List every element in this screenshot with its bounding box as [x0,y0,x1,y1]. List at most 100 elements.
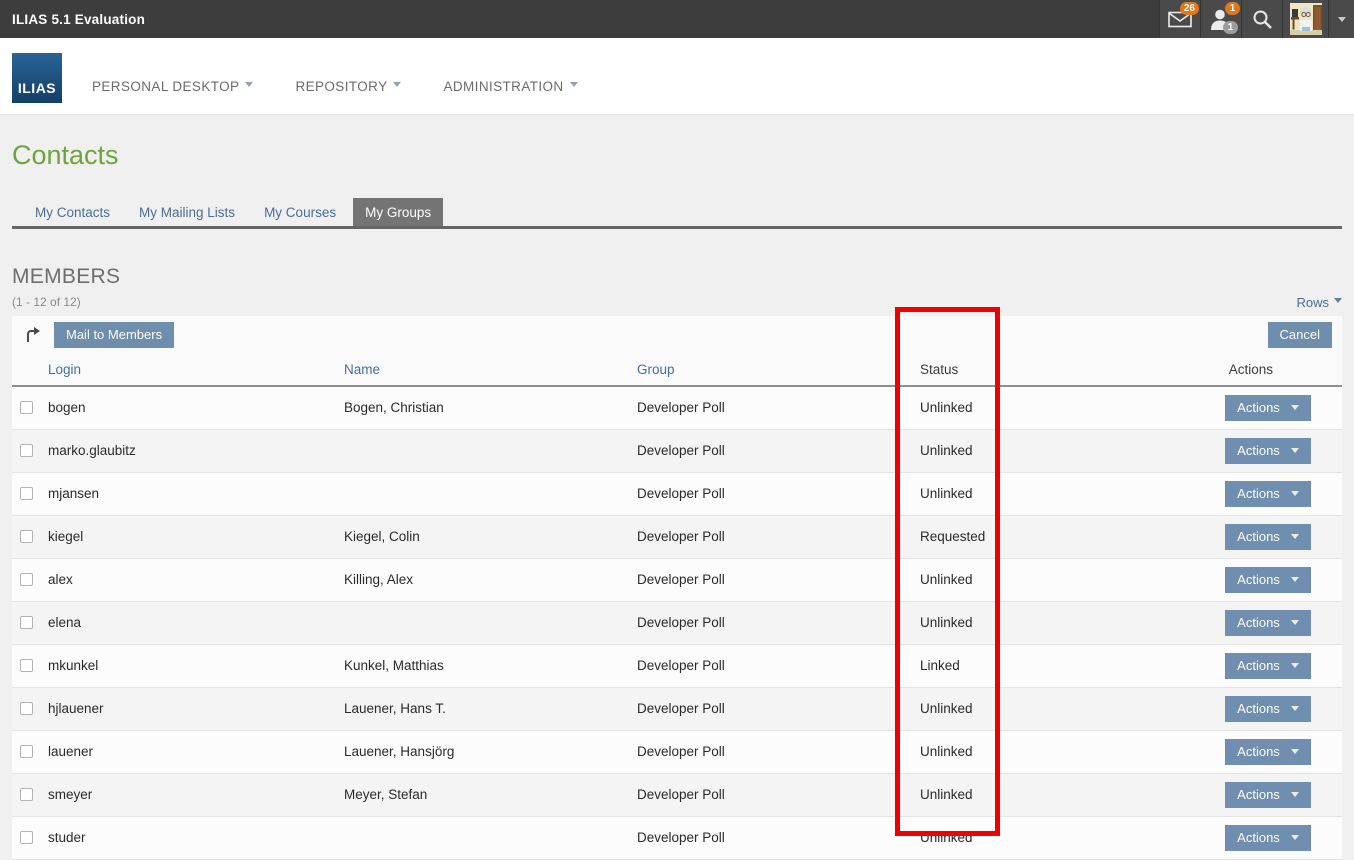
column-header-group[interactable]: Group [637,353,920,386]
name-cell: Kunkel, Matthias [344,644,637,687]
column-header-login[interactable]: Login [48,353,344,386]
table-row: bogen Bogen, Christian Developer Poll Un… [12,386,1342,429]
group-cell: Developer Poll [637,687,920,730]
group-cell: Developer Poll [637,816,920,859]
name-cell: Bogen, Christian [344,386,637,429]
login-cell: lauener [48,730,344,773]
table-row: alex Killing, Alex Developer Poll Unlink… [12,558,1342,601]
tab-my-groups[interactable]: My Groups [353,198,443,226]
chevron-down-icon [1291,577,1299,586]
search-button[interactable] [1241,0,1282,38]
contacts-request-badge: 1 [1225,2,1240,15]
chevron-down-icon [1291,663,1299,672]
table-header-row: Login Name Group Status Actions [12,353,1342,386]
status-cell: Unlinked [920,386,1010,429]
nav-personal-desktop[interactable]: PERSONAL DESKTOP [92,78,253,94]
main-nav: PERSONAL DESKTOP REPOSITORY ADMINISTRATI… [92,78,620,94]
app-title: ILIAS 5.1 Evaluation [12,12,145,27]
row-checkbox[interactable] [20,659,33,672]
row-checkbox[interactable] [20,831,33,844]
chevron-down-icon [1291,792,1299,801]
group-cell: Developer Poll [637,515,920,558]
row-checkbox[interactable] [20,702,33,715]
chevron-down-icon [393,82,401,91]
row-checkbox[interactable] [20,530,33,543]
user-menu-caret-button[interactable] [1328,0,1354,38]
row-actions-button[interactable]: Actions [1225,825,1311,851]
name-cell: Lauener, Hans T. [344,687,637,730]
row-actions-button[interactable]: Actions [1225,782,1311,808]
row-actions-button[interactable]: Actions [1225,739,1311,765]
ilias-logo[interactable]: ILIAS [12,53,62,103]
table-toolbar: Mail to Members Cancel [12,316,1342,353]
main-content: Contacts My Contacts My Mailing Lists My… [0,115,1354,840]
login-cell: smeyer [48,773,344,816]
masthead: ILIAS PERSONAL DESKTOP REPOSITORY ADMINI… [0,38,1354,115]
contacts-button[interactable]: 1 1 [1200,0,1241,38]
contacts-secondary-badge: 1 [1223,21,1238,34]
row-actions-button[interactable]: Actions [1225,481,1311,507]
tab-bar: My Contacts My Mailing Lists My Courses … [12,198,1342,229]
login-cell: mjansen [48,472,344,515]
tab-my-mailing-lists[interactable]: My Mailing Lists [127,198,247,226]
column-header-actions: Actions [1010,353,1342,386]
row-actions-button[interactable]: Actions [1225,524,1311,550]
nav-administration[interactable]: ADMINISTRATION [443,78,577,94]
group-cell: Developer Poll [637,644,920,687]
login-cell: hjlauener [48,687,344,730]
chevron-down-icon [1291,620,1299,629]
table-row: mkunkel Kunkel, Matthias Developer Poll … [12,644,1342,687]
row-actions-button[interactable]: Actions [1225,438,1311,464]
mail-button[interactable]: 26 [1159,0,1200,38]
row-checkbox[interactable] [20,788,33,801]
tab-my-courses[interactable]: My Courses [252,198,348,226]
chevron-down-icon [570,82,578,91]
chevron-down-icon [1334,298,1342,307]
login-cell: kiegel [48,515,344,558]
status-cell: Unlinked [920,558,1010,601]
status-cell: Linked [920,644,1010,687]
group-cell: Developer Poll [637,730,920,773]
status-cell: Unlinked [920,601,1010,644]
rows-dropdown[interactable]: Rows [1296,294,1342,310]
members-table-panel: Mail to Members Cancel Login Name Group … [12,316,1342,860]
name-cell [344,472,637,515]
status-cell: Unlinked [920,773,1010,816]
cancel-button[interactable]: Cancel [1268,322,1332,348]
row-checkbox[interactable] [20,573,33,586]
chevron-down-icon [1291,491,1299,500]
row-actions-button[interactable]: Actions [1225,395,1311,421]
row-actions-button[interactable]: Actions [1225,653,1311,679]
chevron-down-icon [1291,405,1299,414]
row-checkbox[interactable] [20,401,33,414]
name-cell: Lauener, Hansjörg [344,730,637,773]
chevron-down-icon [1291,706,1299,715]
mail-to-members-button[interactable]: Mail to Members [54,322,174,348]
nav-repository[interactable]: REPOSITORY [295,78,401,94]
user-menu-avatar[interactable] [1282,0,1328,38]
table-row: kiegel Kiegel, Colin Developer Poll Requ… [12,515,1342,558]
row-actions-button[interactable]: Actions [1225,567,1311,593]
chevron-down-icon [1291,448,1299,457]
row-checkbox[interactable] [20,616,33,629]
column-header-name[interactable]: Name [344,353,637,386]
name-cell [344,816,637,859]
row-checkbox[interactable] [20,487,33,500]
tab-my-contacts[interactable]: My Contacts [23,198,122,226]
status-cell: Unlinked [920,816,1010,859]
name-cell: Meyer, Stefan [344,773,637,816]
chevron-down-icon [1291,534,1299,543]
table-row: studer Developer Poll Unlinked Actions [12,816,1342,859]
status-cell: Unlinked [920,687,1010,730]
status-cell: Unlinked [920,730,1010,773]
status-cell: Unlinked [920,472,1010,515]
row-checkbox[interactable] [20,745,33,758]
row-actions-button[interactable]: Actions [1225,696,1311,722]
group-cell: Developer Poll [637,558,920,601]
row-checkbox[interactable] [20,444,33,457]
row-actions-button[interactable]: Actions [1225,610,1311,636]
table-row: lauener Lauener, Hansjörg Developer Poll… [12,730,1342,773]
column-header-status: Status [920,353,1010,386]
name-cell [344,429,637,472]
result-range: (1 - 12 of 12) [12,295,81,309]
